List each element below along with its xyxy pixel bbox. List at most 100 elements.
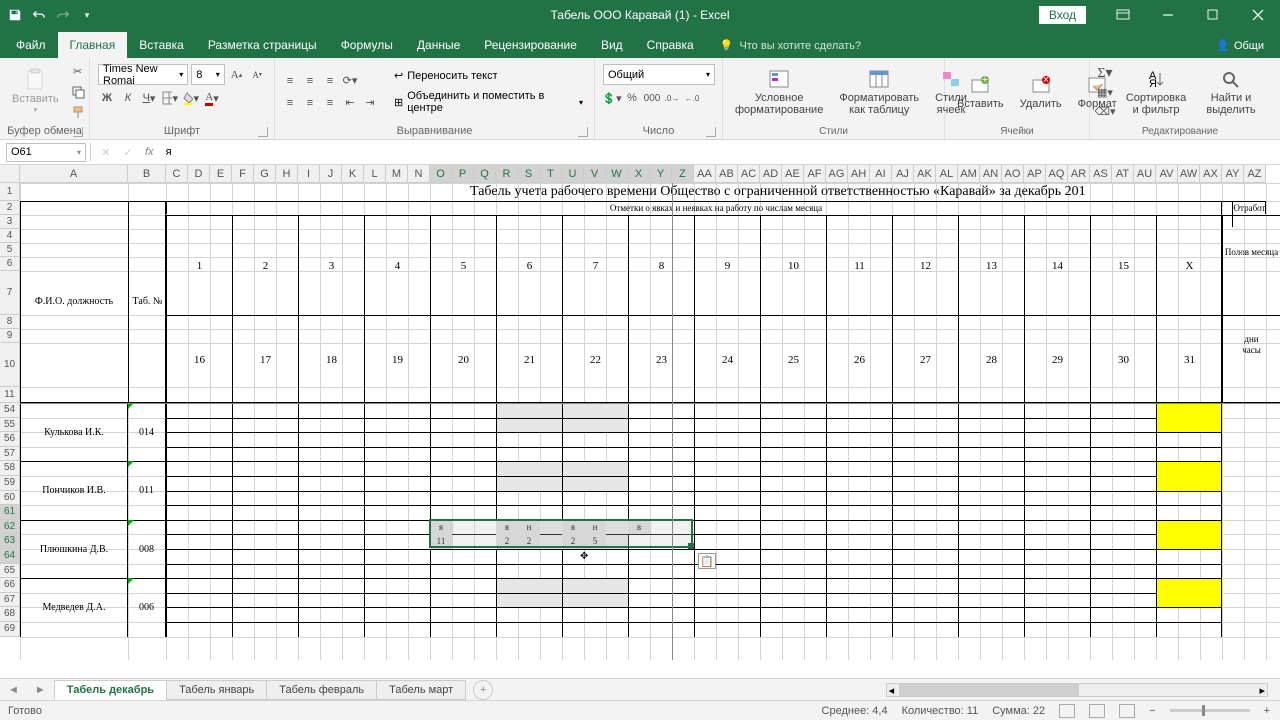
row-header[interactable]: 61 xyxy=(0,505,20,520)
cell[interactable] xyxy=(298,622,364,637)
font-size-combo[interactable]: 8▾ xyxy=(191,64,224,85)
cell[interactable] xyxy=(628,447,694,462)
cell[interactable]: 12 xyxy=(892,215,958,315)
cell[interactable]: 14 xyxy=(1024,215,1090,315)
cell[interactable] xyxy=(826,432,892,447)
cell[interactable] xyxy=(826,491,892,506)
cell[interactable] xyxy=(562,491,628,506)
cell[interactable] xyxy=(298,403,364,418)
cell[interactable]: Табель учета рабочего времени Общество с… xyxy=(470,183,1280,201)
autosum-icon[interactable]: Σ▾ xyxy=(1096,64,1114,82)
cell[interactable]: 22 xyxy=(562,315,628,403)
align-right-icon[interactable]: ≡ xyxy=(321,94,339,112)
column-header[interactable]: D xyxy=(188,165,210,183)
cell[interactable] xyxy=(1090,461,1156,476)
cell[interactable] xyxy=(298,461,364,476)
cell[interactable] xyxy=(1090,491,1156,506)
cell[interactable] xyxy=(1024,461,1090,476)
cell[interactable] xyxy=(166,505,232,520)
align-middle-icon[interactable]: ≡ xyxy=(301,72,319,90)
copy-icon[interactable] xyxy=(69,83,87,101)
cell[interactable] xyxy=(694,578,760,593)
cell[interactable] xyxy=(958,578,1024,593)
column-header[interactable]: AN xyxy=(980,165,1002,183)
row-header[interactable]: 54 xyxy=(0,403,20,418)
cell[interactable]: я xyxy=(430,520,452,535)
column-header[interactable]: X xyxy=(628,165,650,183)
number-format-combo[interactable]: Общий▾ xyxy=(603,64,715,85)
column-header[interactable]: T xyxy=(540,165,562,183)
cell[interactable] xyxy=(232,461,298,476)
cell[interactable] xyxy=(232,418,298,433)
cell[interactable] xyxy=(1090,432,1156,447)
cell[interactable] xyxy=(1156,578,1222,607)
cell[interactable]: Плюшкина Д.В. xyxy=(20,520,128,578)
cell[interactable]: 11 xyxy=(826,215,892,315)
row-header[interactable]: 7 xyxy=(0,271,20,315)
cell[interactable] xyxy=(430,461,496,476)
cell[interactable] xyxy=(892,549,958,564)
cell[interactable] xyxy=(364,593,430,608)
cell[interactable] xyxy=(1090,520,1156,535)
column-header[interactable]: AG xyxy=(826,165,848,183)
cell[interactable] xyxy=(694,520,760,535)
sheet-tab[interactable]: Табель февраль xyxy=(266,680,377,700)
row-header[interactable]: 69 xyxy=(0,622,20,637)
cell[interactable] xyxy=(562,549,628,564)
cell[interactable] xyxy=(232,534,298,549)
cell[interactable] xyxy=(826,461,892,476)
cell[interactable] xyxy=(232,447,298,462)
cell[interactable] xyxy=(298,447,364,462)
cell[interactable]: 006 xyxy=(128,578,166,636)
cell[interactable] xyxy=(166,418,232,433)
cell[interactable] xyxy=(166,520,232,535)
cell[interactable] xyxy=(232,622,298,637)
cell[interactable] xyxy=(958,461,1024,476)
cell[interactable] xyxy=(760,403,826,418)
sort-filter-button[interactable]: AЯСортировка и фильтр xyxy=(1118,64,1194,120)
cell[interactable] xyxy=(364,461,430,476)
add-sheet-button[interactable]: + xyxy=(473,680,493,700)
cell[interactable] xyxy=(760,520,826,535)
cell[interactable] xyxy=(1156,491,1222,506)
cell[interactable] xyxy=(232,432,298,447)
column-header[interactable]: AS xyxy=(1090,165,1112,183)
cell[interactable] xyxy=(760,447,826,462)
cell[interactable] xyxy=(364,432,430,447)
cell[interactable]: Отметки о явках и неявках на работу по ч… xyxy=(166,201,1266,214)
orientation-icon[interactable]: ⟳▾ xyxy=(341,72,359,90)
currency-icon[interactable]: 💲▾ xyxy=(603,89,621,107)
cell[interactable] xyxy=(1024,403,1090,418)
column-header[interactable]: C xyxy=(166,165,188,183)
cell[interactable] xyxy=(1024,491,1090,506)
cell[interactable] xyxy=(694,476,760,491)
cell[interactable] xyxy=(364,534,430,549)
row-header[interactable]: 10 xyxy=(0,343,20,387)
cell[interactable] xyxy=(760,432,826,447)
zoom-out-icon[interactable]: − xyxy=(1149,705,1155,717)
tab-review[interactable]: Рецензирование xyxy=(472,32,589,58)
cell[interactable] xyxy=(694,593,760,608)
cell[interactable] xyxy=(892,505,958,520)
cell[interactable] xyxy=(892,564,958,579)
cell[interactable] xyxy=(364,622,430,637)
cell[interactable]: 5 xyxy=(584,534,606,549)
tab-formulas[interactable]: Формулы xyxy=(329,32,405,58)
cell[interactable] xyxy=(826,622,892,637)
column-header[interactable]: B xyxy=(128,165,166,183)
cell[interactable] xyxy=(826,403,892,418)
tell-me-search[interactable]: 💡 Что вы хотите сделать? xyxy=(712,33,869,58)
cell[interactable] xyxy=(892,593,958,608)
format-painter-icon[interactable] xyxy=(69,103,87,121)
align-left-icon[interactable]: ≡ xyxy=(281,94,299,112)
page-break-view-icon[interactable] xyxy=(1119,704,1135,718)
cell[interactable] xyxy=(628,622,694,637)
cell[interactable] xyxy=(892,607,958,622)
cell[interactable] xyxy=(232,549,298,564)
cell[interactable] xyxy=(1090,593,1156,608)
cell[interactable] xyxy=(1024,622,1090,637)
cell[interactable]: 25 xyxy=(760,315,826,403)
cell[interactable] xyxy=(892,461,958,476)
cell[interactable] xyxy=(1156,607,1222,622)
font-color-icon[interactable]: A▾ xyxy=(203,89,221,107)
